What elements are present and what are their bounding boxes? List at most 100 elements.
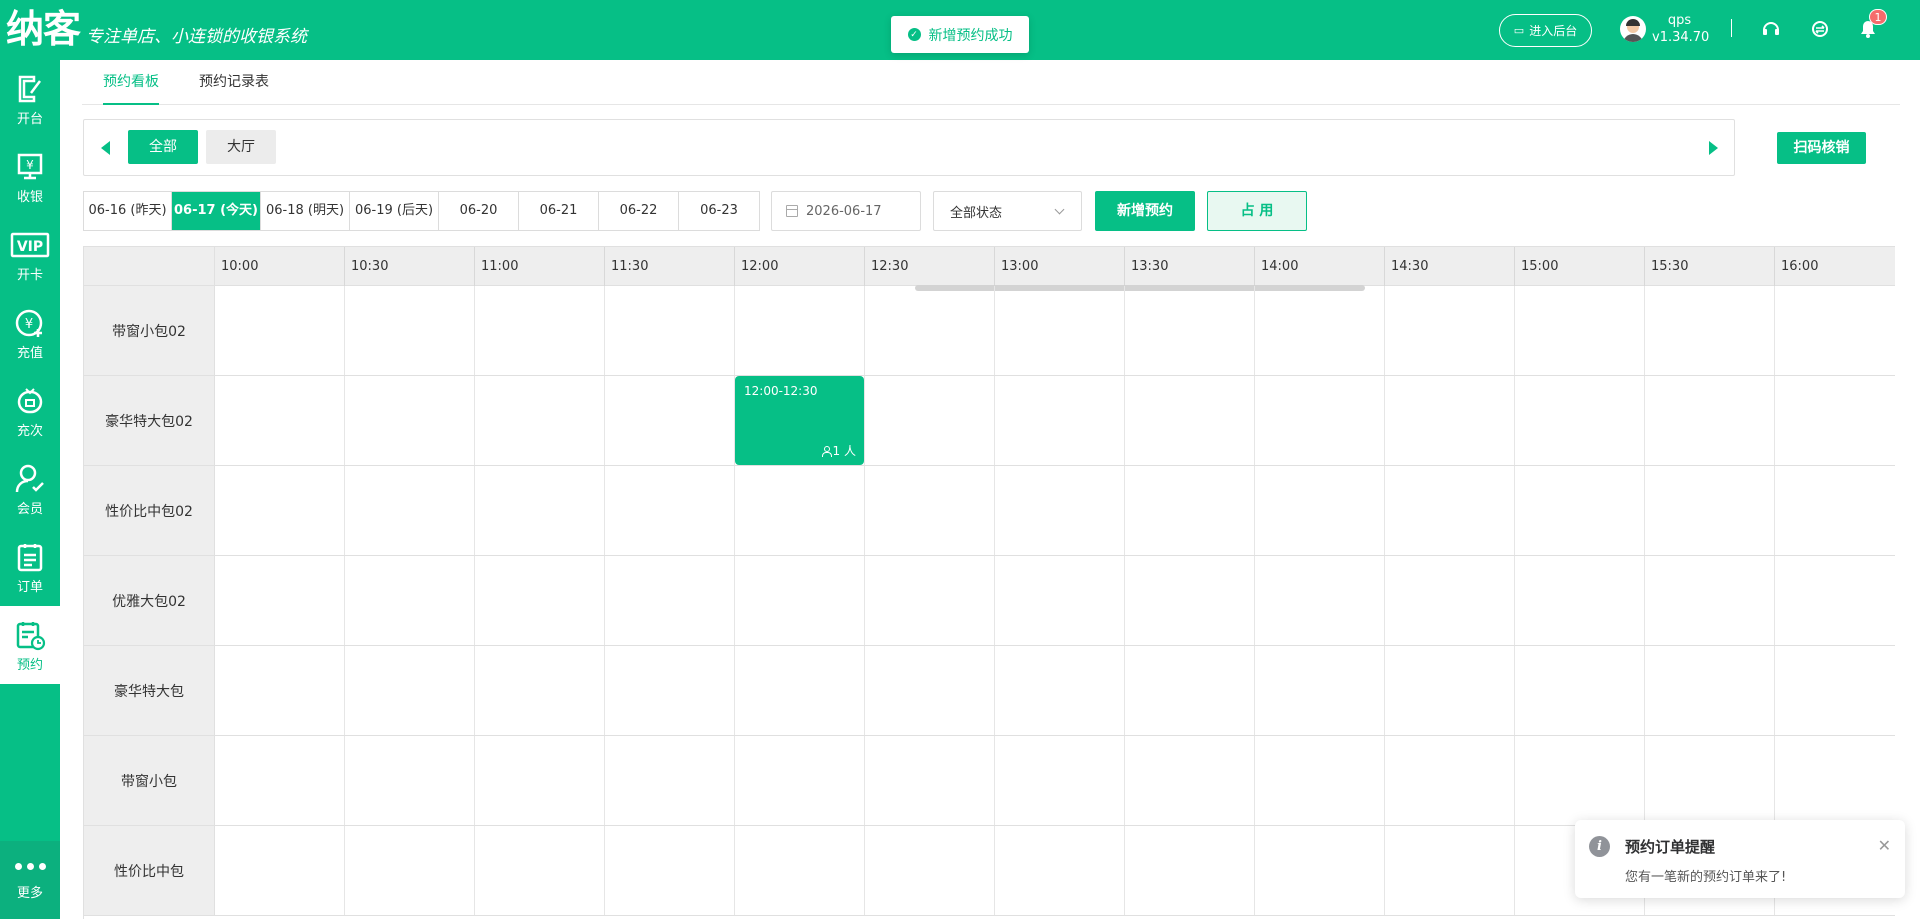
time-slot-cell[interactable] <box>475 286 605 375</box>
time-slot-cell[interactable] <box>1125 286 1255 375</box>
tab-reservation-board[interactable]: 预约看板 <box>103 60 159 105</box>
date-option[interactable]: 06-21 <box>519 192 599 230</box>
time-slot-cell[interactable] <box>1515 466 1645 555</box>
time-slot-cell[interactable] <box>1645 646 1775 735</box>
time-slot-cell[interactable] <box>215 646 345 735</box>
time-slot-cell[interactable] <box>735 556 865 645</box>
time-slot-cell[interactable] <box>605 736 735 825</box>
time-slot-cell[interactable] <box>1775 376 1895 465</box>
sidebar-item-open-table[interactable]: 开台 <box>0 60 60 138</box>
time-slot-cell[interactable] <box>735 736 865 825</box>
sidebar-item-recharge[interactable]: ¥ 充值 <box>0 294 60 372</box>
time-slot-cell[interactable] <box>345 286 475 375</box>
time-slot-cell[interactable] <box>1775 466 1895 555</box>
time-slot-cell[interactable] <box>1255 556 1385 645</box>
sidebar-item-reservation[interactable]: 预约 <box>0 606 60 684</box>
time-slot-cell[interactable] <box>1515 286 1645 375</box>
sidebar-item-cashier[interactable]: ¥ 收银 <box>0 138 60 216</box>
time-slot-cell[interactable] <box>1515 736 1645 825</box>
time-slot-cell[interactable] <box>605 286 735 375</box>
time-slot-cell[interactable] <box>345 736 475 825</box>
time-slot-cell[interactable] <box>1775 286 1895 375</box>
time-slot-cell[interactable] <box>1125 376 1255 465</box>
date-picker-input[interactable]: 2026-06-17 <box>771 191 921 231</box>
time-slot-cell[interactable] <box>475 826 605 915</box>
sidebar-item-member[interactable]: 会员 <box>0 450 60 528</box>
time-slot-cell[interactable] <box>1125 556 1255 645</box>
time-slot-cell[interactable] <box>1775 736 1895 825</box>
time-slot-cell[interactable] <box>1645 736 1775 825</box>
time-slot-cell[interactable] <box>475 376 605 465</box>
date-option[interactable]: 06-23 <box>679 192 759 230</box>
time-slot-cell[interactable] <box>1645 376 1775 465</box>
time-slot-cell[interactable] <box>1125 646 1255 735</box>
time-slot-cell[interactable] <box>475 736 605 825</box>
time-slot-cell[interactable] <box>605 466 735 555</box>
time-slot-cell[interactable] <box>215 556 345 645</box>
sync-icon[interactable] <box>1809 18 1831 40</box>
time-slot-cell[interactable] <box>215 376 345 465</box>
time-slot-cell[interactable] <box>1255 826 1385 915</box>
sidebar-item-order[interactable]: 订单 <box>0 528 60 606</box>
time-slot-cell[interactable] <box>865 556 995 645</box>
time-slot-cell[interactable] <box>605 826 735 915</box>
time-slot-cell[interactable] <box>1385 646 1515 735</box>
user-info[interactable]: qps v1.34.70 <box>1652 12 1709 46</box>
scan-verify-button[interactable]: 扫码核销 <box>1777 132 1866 164</box>
area-chip-hall[interactable]: 大厅 <box>206 130 276 164</box>
time-slot-cell[interactable] <box>1255 376 1385 465</box>
time-slot-cell[interactable] <box>865 736 995 825</box>
time-slot-cell[interactable] <box>1255 466 1385 555</box>
headset-icon[interactable] <box>1760 18 1782 40</box>
time-slot-cell[interactable] <box>1385 286 1515 375</box>
time-slot-cell[interactable] <box>605 646 735 735</box>
area-next-arrow-icon[interactable] <box>1709 141 1718 155</box>
time-slot-cell[interactable] <box>995 556 1125 645</box>
time-slot-cell[interactable] <box>735 826 865 915</box>
date-option-today[interactable]: 06-17 (今天) <box>172 192 261 230</box>
sidebar-item-vip-card[interactable]: VIP 开卡 <box>0 216 60 294</box>
time-slot-cell[interactable] <box>1645 466 1775 555</box>
time-slot-cell[interactable] <box>345 646 475 735</box>
time-slot-cell[interactable] <box>1645 286 1775 375</box>
time-slot-cell[interactable] <box>1385 826 1515 915</box>
time-slot-cell[interactable] <box>1775 646 1895 735</box>
sidebar-more[interactable]: 更多 <box>0 841 60 919</box>
date-option[interactable]: 06-18 (明天) <box>261 192 350 230</box>
time-slot-cell[interactable] <box>215 466 345 555</box>
time-slot-cell[interactable] <box>1255 736 1385 825</box>
time-slot-cell[interactable] <box>215 736 345 825</box>
add-reservation-button[interactable]: 新增预约 <box>1095 191 1195 231</box>
time-slot-cell[interactable] <box>865 646 995 735</box>
time-slot-cell[interactable] <box>995 646 1125 735</box>
time-slot-cell[interactable] <box>1385 466 1515 555</box>
time-slot-cell[interactable] <box>735 466 865 555</box>
time-slot-cell[interactable] <box>1125 826 1255 915</box>
date-option[interactable]: 06-22 <box>599 192 679 230</box>
time-slot-cell[interactable] <box>995 826 1125 915</box>
time-slot-cell[interactable] <box>215 286 345 375</box>
tab-reservation-records[interactable]: 预约记录表 <box>199 60 269 105</box>
time-slot-cell[interactable] <box>1385 556 1515 645</box>
occupy-button[interactable]: 占 用 <box>1207 191 1307 231</box>
time-slot-cell[interactable] <box>1515 646 1645 735</box>
reservation-block[interactable]: 12:00-12:30 1 人 <box>735 376 864 465</box>
time-slot-cell[interactable] <box>1515 376 1645 465</box>
time-slot-cell[interactable] <box>215 826 345 915</box>
avatar[interactable] <box>1620 16 1646 42</box>
time-slot-cell[interactable] <box>1255 286 1385 375</box>
date-option[interactable]: 06-19 (后天) <box>350 192 439 230</box>
time-slot-cell[interactable] <box>605 556 735 645</box>
time-slot-cell[interactable] <box>1385 736 1515 825</box>
time-slot-cell[interactable] <box>1385 376 1515 465</box>
time-slot-cell[interactable] <box>345 376 475 465</box>
time-slot-cell[interactable] <box>1645 556 1775 645</box>
time-slot-cell[interactable] <box>1255 646 1385 735</box>
time-slot-cell[interactable] <box>345 466 475 555</box>
time-slot-cell[interactable] <box>475 466 605 555</box>
sidebar-item-recharge-times[interactable]: 充次 <box>0 372 60 450</box>
time-slot-cell[interactable] <box>865 286 995 375</box>
close-icon[interactable]: ✕ <box>1878 836 1891 855</box>
time-slot-cell[interactable] <box>605 376 735 465</box>
time-slot-cell[interactable] <box>865 826 995 915</box>
